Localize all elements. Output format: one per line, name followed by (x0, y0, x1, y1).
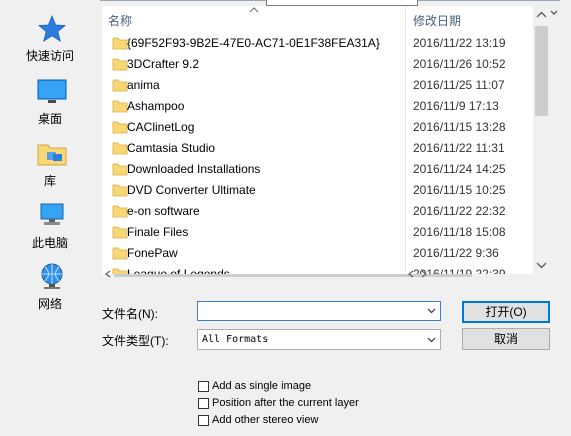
folder-icon (112, 226, 128, 239)
sidebar-item-this-pc[interactable]: 此电脑 (0, 201, 100, 259)
folder-icon (112, 163, 128, 176)
scrollbar-thumb[interactable] (114, 274, 472, 277)
horizontal-scrollbar[interactable] (102, 270, 550, 278)
option-label: Position after the current layer (212, 397, 359, 409)
folder-name: League of Legends (127, 267, 230, 274)
folder-icon (112, 58, 128, 71)
sidebar-item-label: 桌面 (37, 112, 62, 126)
folder-icon (112, 184, 128, 197)
folder-name: CAClinetLog (127, 120, 195, 134)
folder-row[interactable]: {69F52F93-9B2E-47E0-AC71-0E1F38FEA31A} 20… (102, 33, 534, 54)
folder-date: 2016/11/22 22:32 (413, 204, 506, 218)
folder-name: Finale Files (127, 225, 189, 239)
option-single-image[interactable]: Add as single image (197, 379, 417, 396)
column-header-row: 名称 修改日期 (102, 6, 534, 274)
folder-row[interactable]: anima 2016/11/25 11:07 (102, 75, 534, 96)
star-icon (37, 14, 67, 42)
checkbox[interactable] (198, 415, 209, 426)
folder-row[interactable]: Ashampoo 2016/11/9 17:13 (102, 96, 534, 117)
option-stereo-view[interactable]: Add other stereo view (197, 413, 417, 430)
folder-icon (112, 247, 128, 260)
help-chevron-icon[interactable] (549, 8, 559, 18)
chevron-down-icon[interactable] (427, 308, 436, 314)
computer-icon (40, 203, 64, 225)
folder-icon (112, 142, 128, 155)
folder-name: Ashampoo (127, 99, 185, 113)
desktop-icon (37, 79, 67, 103)
folder-name: FonePaw (127, 246, 178, 260)
folder-row[interactable]: DVD Converter Ultimate 2016/11/15 10:25 (102, 180, 534, 201)
scroll-left-icon[interactable] (407, 270, 415, 278)
column-header-name[interactable]: 名称 (108, 12, 132, 29)
folder-row[interactable]: 3DCrafter 9.2 2016/11/26 10:52 (102, 54, 534, 75)
folder-name: {69F52F93-9B2E-47E0-AC71-0E1F38FEA31A} (127, 36, 380, 50)
folder-date: 2016/11/24 14:25 (413, 162, 506, 176)
folder-name: Downloaded Installations (127, 162, 261, 176)
folder-date: 2016/11/22 9:36 (413, 246, 499, 260)
checkbox[interactable] (198, 398, 209, 409)
folder-row[interactable]: CAClinetLog 2016/11/15 13:28 (102, 117, 534, 138)
folder-row[interactable]: Camtasia Studio 2016/11/22 11:31 (102, 138, 534, 159)
folder-row[interactable]: Downloaded Installations 2016/11/24 14:25 (102, 159, 534, 180)
folder-row[interactable]: Finale Files 2016/11/18 15:08 (102, 222, 534, 243)
sidebar-item-quick-access[interactable]: 快速访问 (0, 14, 100, 72)
scrollbar-thumb[interactable] (535, 26, 548, 116)
file-list[interactable]: 名称 修改日期 {69F52F93-9B2E-47E0-AC71-0E1F38F… (102, 6, 550, 274)
folder-date: 2016/11/15 10:25 (413, 183, 506, 197)
scroll-left-icon[interactable] (104, 270, 112, 278)
option-label: Add as single image (212, 380, 312, 392)
filetype-value: All Formats (202, 334, 269, 345)
folder-icon (112, 79, 128, 92)
chevron-down-icon (427, 337, 436, 343)
folder-icon (112, 121, 128, 134)
vertical-scrollbar[interactable] (533, 6, 550, 274)
folder-icon (112, 100, 128, 113)
folder-name: anima (127, 78, 160, 92)
cancel-button[interactable]: 取消 (462, 328, 550, 350)
navigation-pane: 快速访问 桌面 库 此电脑 网络 (0, 0, 100, 311)
sort-ascending-icon (249, 7, 259, 13)
folder-date: 2016/11/22 11:31 (413, 141, 505, 155)
folder-icon (112, 37, 128, 50)
folder-date: 2016/11/15 13:28 (413, 120, 506, 134)
folder-row[interactable]: FonePaw 2016/11/22 9:36 (102, 243, 534, 264)
filename-input[interactable] (197, 301, 441, 321)
folder-row[interactable]: e-on software 2016/11/22 22:32 (102, 201, 534, 222)
option-label: Add other stereo view (212, 414, 319, 426)
checkbox[interactable] (198, 381, 209, 392)
sidebar-item-label: 此电脑 (31, 236, 68, 250)
folder-name: e-on software (127, 204, 200, 218)
folder-icon (112, 268, 128, 274)
folder-name: DVD Converter Ultimate (127, 183, 256, 197)
scroll-up-icon[interactable] (536, 11, 547, 18)
sidebar-item-desktop[interactable]: 桌面 (0, 77, 100, 135)
sidebar-item-label: 库 (43, 174, 56, 188)
option-position-after-layer[interactable]: Position after the current layer (197, 396, 417, 413)
folder-date: 2016/11/22 13:19 (413, 36, 506, 50)
folder-name: Camtasia Studio (127, 141, 216, 155)
folder-icon (112, 205, 128, 218)
folder-name: 3DCrafter 9.2 (127, 57, 200, 71)
sidebar-item-label: 快速访问 (25, 49, 74, 63)
folder-date: 2016/11/9 17:13 (413, 99, 499, 113)
library-icon (37, 144, 67, 166)
network-icon (41, 263, 63, 289)
filetype-select[interactable]: All Formats (197, 329, 441, 350)
sidebar-item-label: 网络 (37, 297, 62, 311)
filename-label: 文件名(N): (102, 307, 158, 321)
folder-date: 2016/11/18 15:08 (413, 225, 506, 239)
column-header-date[interactable]: 修改日期 (413, 12, 461, 29)
folder-date: 2016/11/26 10:52 (413, 57, 506, 71)
scroll-right-icon[interactable] (420, 270, 428, 278)
folder-row[interactable]: League of Legends 2016/11/19 22:39 (102, 264, 534, 274)
sidebar-item-library[interactable]: 库 (0, 139, 100, 197)
open-button[interactable]: 打开(O) (462, 301, 550, 323)
folder-date: 2016/11/25 11:07 (413, 78, 505, 92)
sidebar-item-network[interactable]: 网络 (0, 262, 100, 320)
filetype-label: 文件类型(T): (102, 334, 169, 348)
scroll-down-icon[interactable] (536, 262, 547, 269)
